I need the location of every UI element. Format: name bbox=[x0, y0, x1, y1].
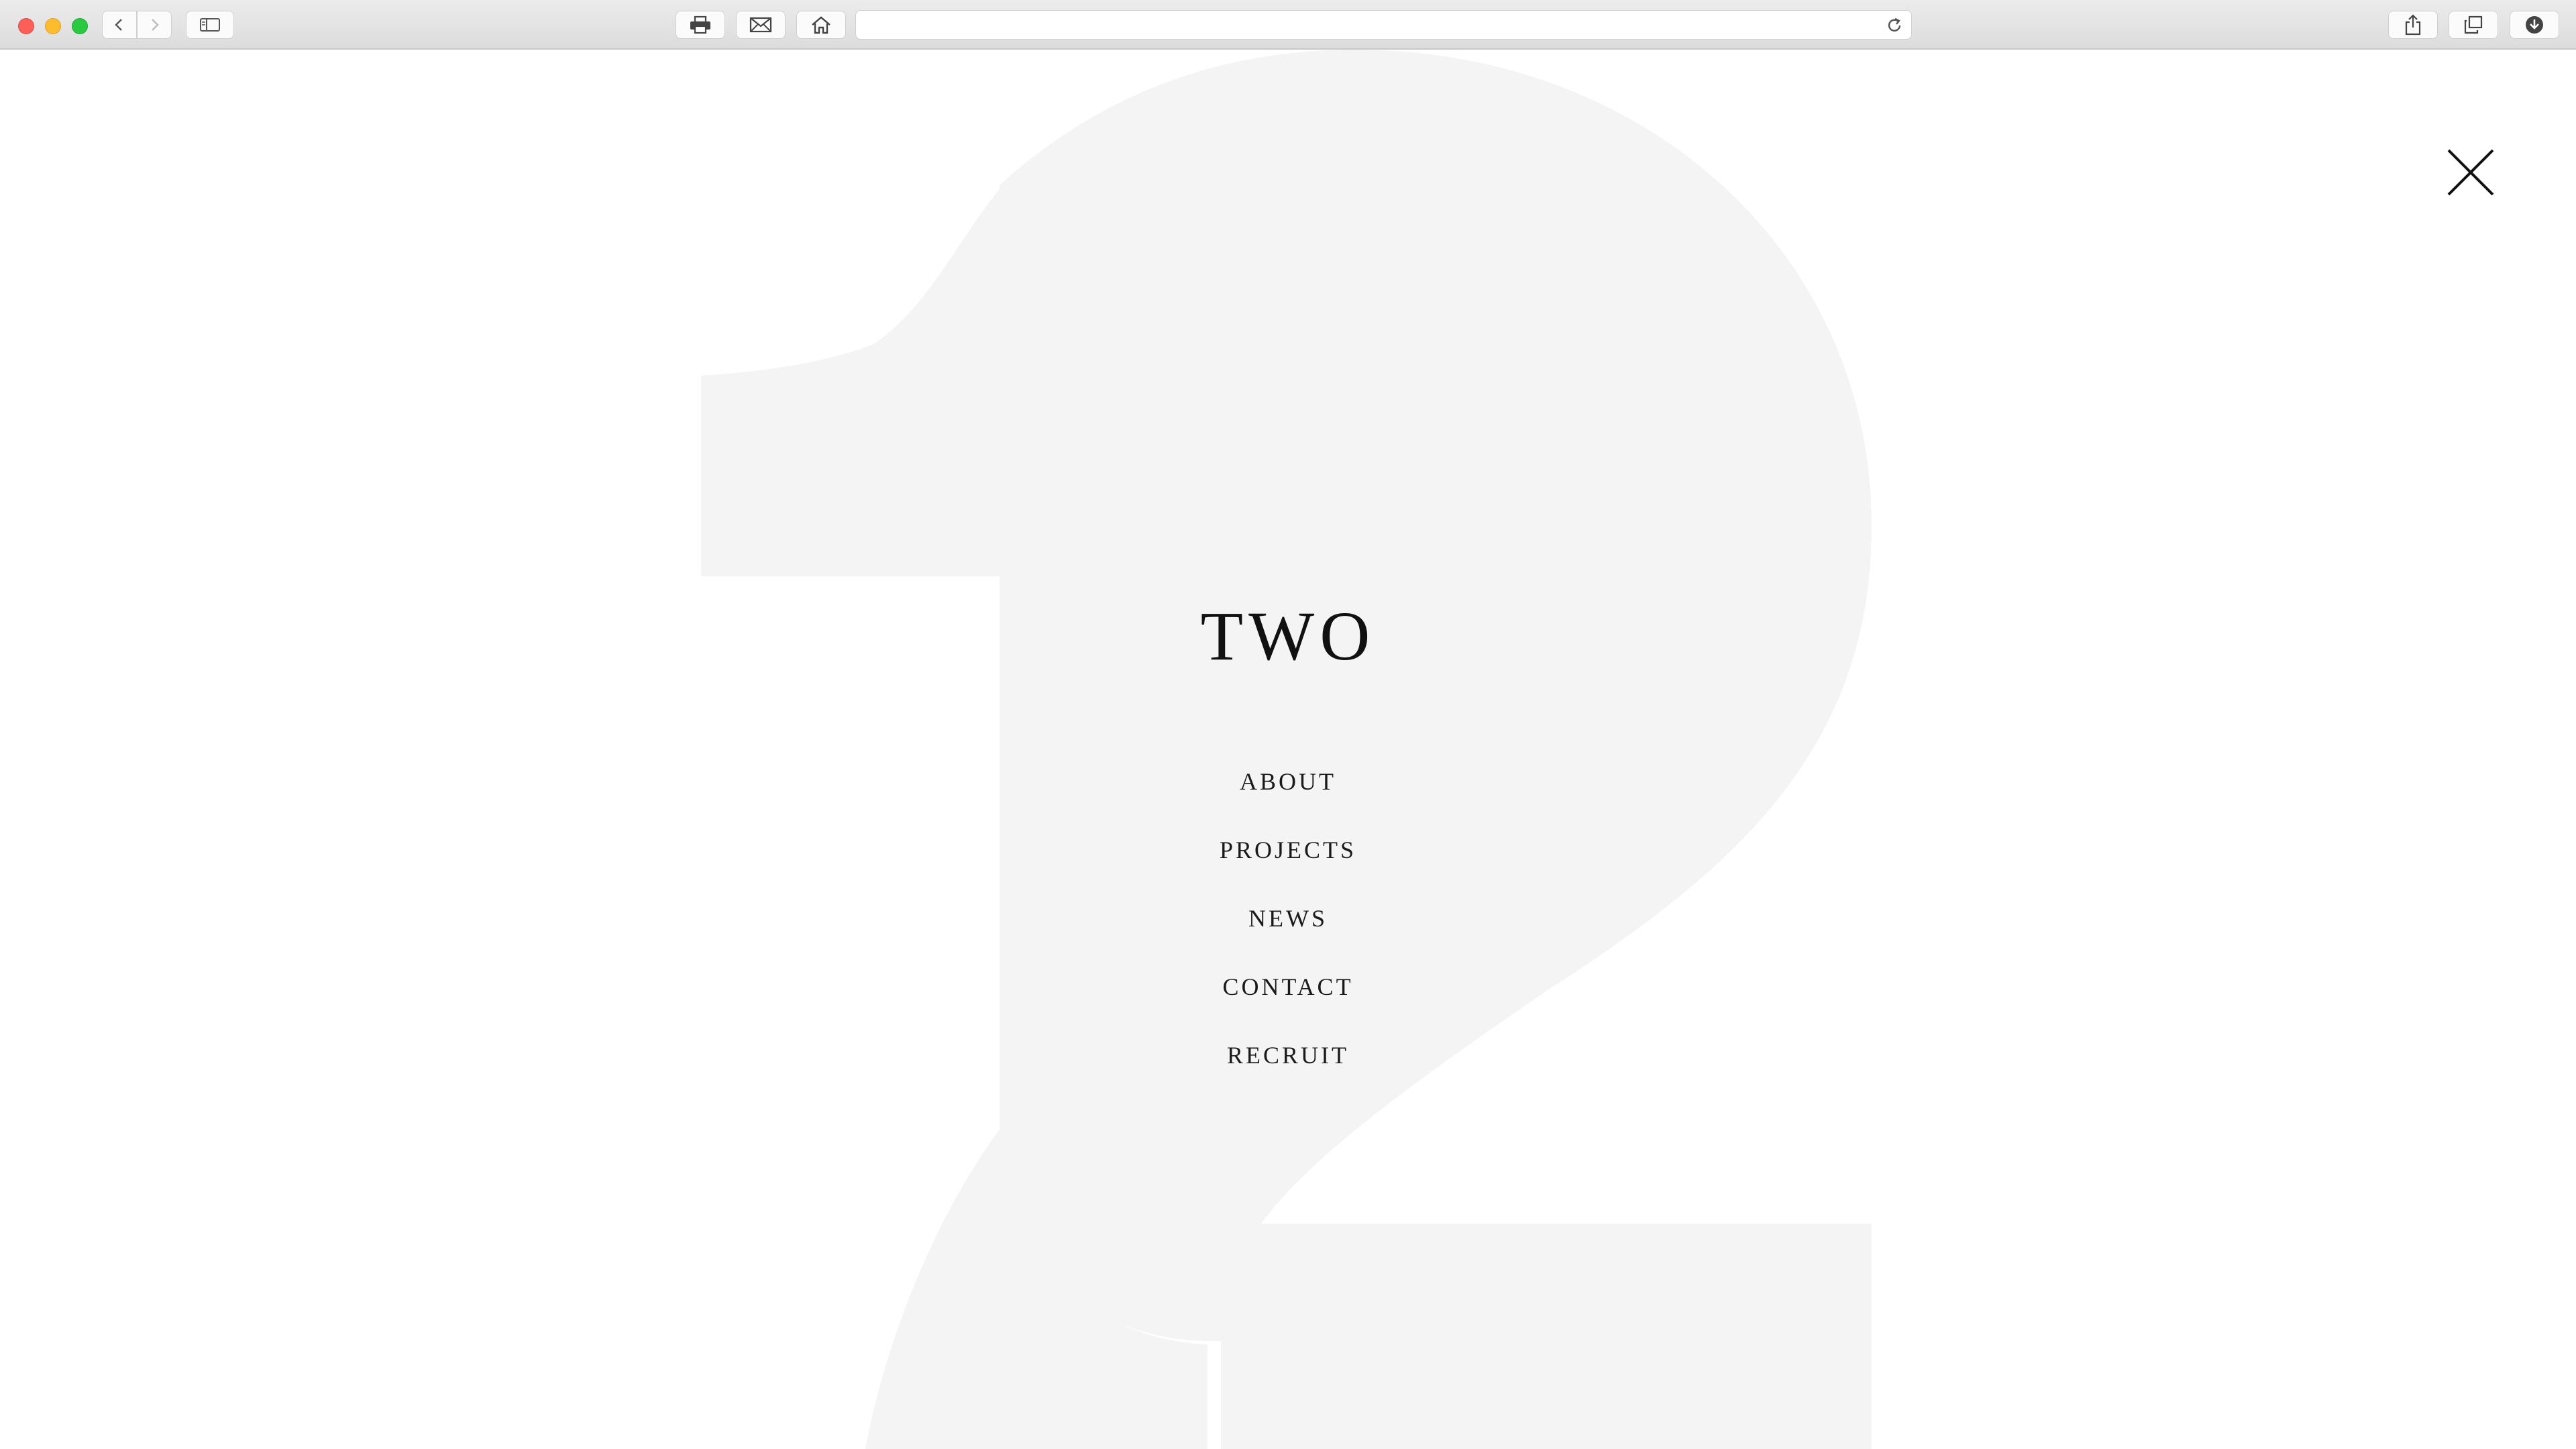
share-icon bbox=[2405, 14, 2421, 36]
menu-overlay: TWO ABOUT PROJECTS NEWS CONTACT RECRUIT bbox=[0, 50, 2576, 1449]
print-button[interactable] bbox=[676, 11, 725, 39]
share-button[interactable] bbox=[2388, 11, 2438, 39]
downloads-button[interactable] bbox=[2510, 11, 2559, 39]
nav-item-about[interactable]: ABOUT bbox=[1087, 747, 1489, 816]
browser-toolbar bbox=[0, 0, 2576, 50]
nav-item-projects[interactable]: PROJECTS bbox=[1087, 816, 1489, 884]
tabs-icon bbox=[2464, 15, 2483, 34]
tabs-button[interactable] bbox=[2449, 11, 2498, 39]
main-nav: ABOUT PROJECTS NEWS CONTACT RECRUIT bbox=[1087, 747, 1489, 1089]
mail-icon bbox=[749, 17, 772, 33]
sidebar-icon bbox=[200, 18, 220, 32]
nav-item-news[interactable]: NEWS bbox=[1087, 884, 1489, 953]
home-icon bbox=[812, 16, 830, 34]
forward-icon bbox=[152, 19, 159, 31]
site-logo[interactable]: TWO bbox=[1140, 600, 1436, 674]
downloads-icon bbox=[2526, 16, 2543, 34]
mail-button[interactable] bbox=[736, 11, 786, 39]
reload-icon[interactable] bbox=[1886, 17, 1903, 34]
print-icon bbox=[690, 15, 710, 34]
address-bar[interactable] bbox=[855, 10, 1912, 40]
nav-item-contact[interactable]: CONTACT bbox=[1087, 953, 1489, 1021]
sidebar-button[interactable] bbox=[186, 11, 234, 39]
minimize-window-button[interactable] bbox=[45, 18, 61, 34]
back-button[interactable] bbox=[102, 11, 137, 39]
close-icon[interactable] bbox=[2435, 137, 2502, 204]
home-button[interactable] bbox=[796, 11, 846, 39]
zoom-window-button[interactable] bbox=[72, 18, 88, 34]
back-icon bbox=[115, 19, 122, 31]
nav-item-recruit[interactable]: RECRUIT bbox=[1087, 1021, 1489, 1089]
close-window-button[interactable] bbox=[18, 18, 34, 34]
forward-button[interactable] bbox=[137, 11, 172, 39]
